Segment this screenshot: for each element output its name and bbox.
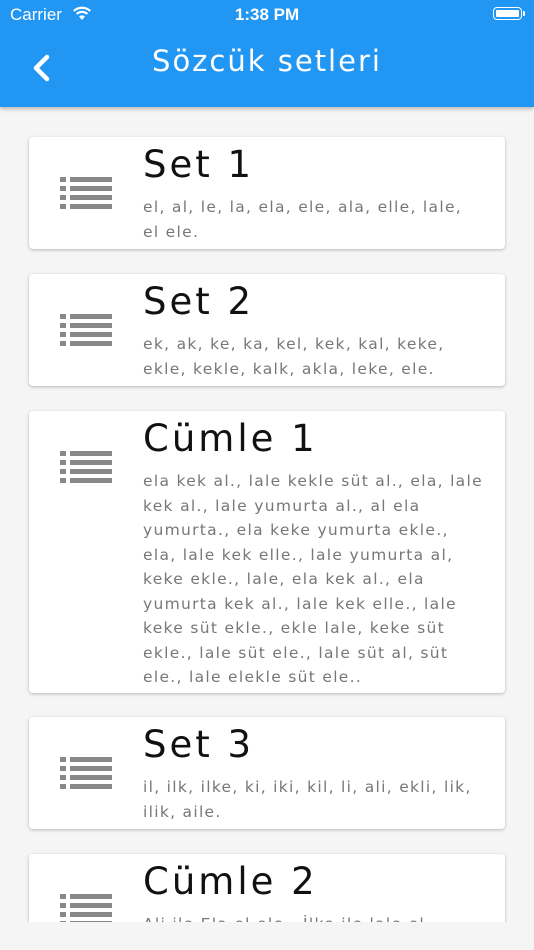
battery-icon <box>493 7 525 20</box>
set-card-2[interactable]: Set 2 ek, ak, ke, ka, kel, kek, kal, kek… <box>29 274 505 386</box>
list-icon <box>60 451 112 485</box>
status-bar: Carrier 1:38 PM <box>0 0 534 30</box>
set-name: Set 2 <box>143 280 255 323</box>
set-name: Cümle 2 <box>143 860 318 903</box>
word-set-list[interactable]: Set 1 el, al, le, la, ela, ele, ala, ell… <box>0 107 534 922</box>
list-icon <box>60 757 112 791</box>
set-card-4[interactable]: Set 3 il, ilk, ilke, ki, iki, kil, li, a… <box>29 717 505 829</box>
set-words: ela kek al., lale kekle süt al., ela, la… <box>143 472 483 686</box>
set-name: Set 1 <box>143 143 255 186</box>
app-bar: Carrier 1:38 PM Sözcük setleri <box>0 0 534 107</box>
set-words: el, al, le, la, ela, ele, ala, elle, lal… <box>143 198 463 241</box>
set-card-3[interactable]: Cümle 1 ela kek al., lale kekle süt al.,… <box>29 411 505 693</box>
set-words: il, ilk, ilke, ki, iki, kil, li, ali, ek… <box>143 778 472 821</box>
list-icon <box>60 894 112 922</box>
set-card-5[interactable]: Cümle 2 Ali ile Ela el ele.. İlke ile la… <box>29 854 505 922</box>
clock: 1:38 PM <box>234 5 300 24</box>
list-icon <box>60 314 112 348</box>
set-card-1[interactable]: Set 1 el, al, le, la, ela, ele, ala, ell… <box>29 137 505 249</box>
list-icon <box>60 177 112 211</box>
set-words: ek, ak, ke, ka, kel, kek, kal, keke, ekl… <box>143 335 445 378</box>
set-name: Set 3 <box>143 723 255 766</box>
set-name: Cümle 1 <box>143 417 318 460</box>
set-words: Ali ile Ela el ele.. İlke ile lale el <box>143 912 483 922</box>
page-title: Sözcük setleri <box>152 44 382 78</box>
